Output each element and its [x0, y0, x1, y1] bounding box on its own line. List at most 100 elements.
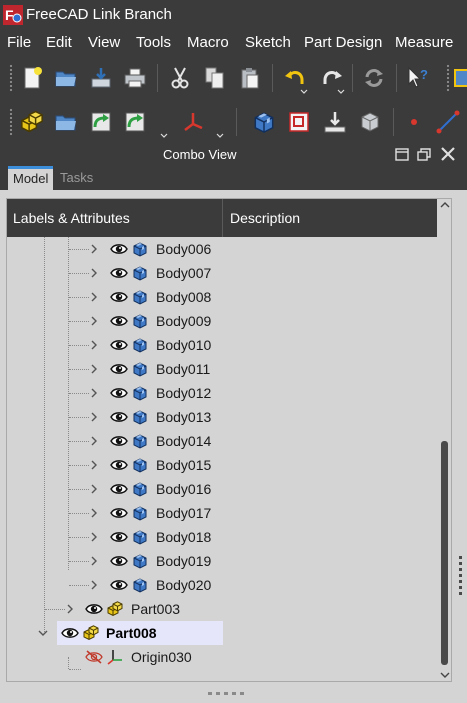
column-header-labels[interactable]: Labels & Attributes — [13, 210, 130, 226]
cut-button[interactable] — [166, 64, 194, 92]
chevron-right-icon[interactable] — [89, 292, 99, 302]
tab-tasks[interactable]: Tasks — [55, 166, 100, 190]
subshape-binder-button[interactable] — [356, 108, 384, 136]
tree-item-origin030[interactable]: Origin030 — [7, 645, 222, 669]
chevron-right-icon[interactable] — [65, 604, 75, 614]
chevron-down-icon[interactable] — [38, 628, 48, 638]
eye-icon[interactable] — [110, 530, 128, 544]
redo-dropdown-arrow-icon[interactable] — [337, 88, 345, 96]
create-line-button[interactable] — [434, 108, 462, 136]
eye-icon[interactable] — [110, 338, 128, 352]
tree-item-body[interactable]: Body012 — [7, 381, 222, 405]
menu-measure[interactable]: Measure — [395, 34, 453, 51]
panel-resize-handle[interactable] — [208, 692, 246, 695]
print-button[interactable] — [121, 64, 149, 92]
toolbar-grip[interactable] — [9, 64, 13, 92]
eye-icon[interactable] — [110, 386, 128, 400]
chevron-right-icon[interactable] — [89, 508, 99, 518]
tree-item-body[interactable]: Body015 — [7, 453, 222, 477]
eye-icon[interactable] — [110, 482, 128, 496]
tree-item-body[interactable]: Body007 — [7, 261, 222, 285]
save-button[interactable] — [87, 64, 115, 92]
column-header-description[interactable]: Description — [230, 210, 300, 226]
place-axis-button[interactable] — [179, 108, 207, 136]
tree-item-body[interactable]: Body011 — [7, 357, 222, 381]
tree-item-body[interactable]: Body020 — [7, 573, 222, 597]
link-actions-button[interactable] — [121, 108, 149, 136]
menu-sketch[interactable]: Sketch — [245, 34, 291, 51]
copy-button[interactable] — [201, 64, 229, 92]
chevron-right-icon[interactable] — [89, 460, 99, 470]
tree-item-body[interactable]: Body018 — [7, 525, 222, 549]
tree-item-part003[interactable]: Part003 — [7, 597, 222, 621]
scroll-down-arrow-icon[interactable] — [440, 671, 450, 679]
menu-edit[interactable]: Edit — [46, 34, 72, 51]
create-sketch-button[interactable] — [285, 108, 313, 136]
new-document-button[interactable] — [18, 64, 46, 92]
tree-item-body[interactable]: Body016 — [7, 477, 222, 501]
float-panel-icon[interactable] — [415, 146, 433, 163]
menu-macro[interactable]: Macro — [187, 34, 229, 51]
eye-icon[interactable] — [110, 506, 128, 520]
eye-icon[interactable] — [110, 314, 128, 328]
chevron-right-icon[interactable] — [89, 364, 99, 374]
chevron-right-icon[interactable] — [89, 388, 99, 398]
chevron-right-icon[interactable] — [89, 340, 99, 350]
scroll-up-arrow-icon[interactable] — [440, 201, 450, 209]
tree-item-body[interactable]: Body006 — [7, 237, 222, 261]
refresh-button[interactable] — [360, 64, 388, 92]
eye-icon[interactable] — [110, 578, 128, 592]
validate-sketch-button[interactable] — [321, 108, 349, 136]
axis-dropdown-arrow-icon[interactable] — [216, 132, 224, 140]
dock-panel-icon[interactable] — [393, 146, 411, 163]
tree-item-body[interactable]: Body009 — [7, 309, 222, 333]
chevron-right-icon[interactable] — [89, 412, 99, 422]
menu-view[interactable]: View — [88, 34, 120, 51]
paste-button[interactable] — [236, 64, 264, 92]
tree-item-body[interactable]: Body014 — [7, 429, 222, 453]
splitter-handle[interactable] — [459, 556, 462, 596]
toolbar-grip[interactable] — [446, 64, 450, 92]
make-link-button[interactable] — [87, 108, 115, 136]
eye-icon[interactable] — [110, 362, 128, 376]
tree-vertical-scrollbar[interactable] — [438, 199, 451, 681]
menu-part-design[interactable]: Part Design — [304, 34, 382, 51]
eye-icon[interactable] — [110, 410, 128, 424]
eye-icon[interactable] — [85, 602, 103, 616]
chevron-right-icon[interactable] — [89, 316, 99, 326]
open-button[interactable] — [52, 64, 80, 92]
eye-icon[interactable] — [110, 290, 128, 304]
chevron-right-icon[interactable] — [89, 532, 99, 542]
chevron-right-icon[interactable] — [89, 556, 99, 566]
create-body-button[interactable] — [250, 108, 278, 136]
eye-icon[interactable] — [110, 434, 128, 448]
tree-item-part008[interactable]: Part008 — [57, 621, 223, 645]
column-divider[interactable] — [222, 199, 223, 237]
scrollbar-thumb[interactable] — [441, 441, 448, 665]
create-point-button[interactable] — [400, 108, 428, 136]
create-part-button[interactable] — [18, 108, 46, 136]
tree-item-body[interactable]: Body017 — [7, 501, 222, 525]
undo-dropdown-arrow-icon[interactable] — [300, 88, 308, 96]
tree-item-body[interactable]: Body019 — [7, 549, 222, 573]
link-actions-dropdown-arrow-icon[interactable] — [160, 132, 168, 140]
tree-item-body[interactable]: Body013 — [7, 405, 222, 429]
workbench-selector-button[interactable] — [452, 64, 467, 92]
chevron-right-icon[interactable] — [89, 436, 99, 446]
create-group-button[interactable] — [52, 108, 80, 136]
menu-tools[interactable]: Tools — [136, 34, 171, 51]
chevron-right-icon[interactable] — [89, 244, 99, 254]
chevron-right-icon[interactable] — [89, 580, 99, 590]
eye-icon[interactable] — [110, 242, 128, 256]
chevron-right-icon[interactable] — [89, 484, 99, 494]
eye-hidden-icon[interactable] — [85, 650, 103, 664]
tab-model[interactable]: Model — [8, 166, 53, 190]
chevron-right-icon[interactable] — [89, 268, 99, 278]
tree-item-body[interactable]: Body010 — [7, 333, 222, 357]
eye-icon[interactable] — [110, 554, 128, 568]
eye-icon[interactable] — [110, 458, 128, 472]
whats-this-button[interactable]: ? — [404, 64, 432, 92]
close-icon[interactable] — [439, 146, 457, 163]
toolbar-grip[interactable] — [9, 108, 13, 136]
tree-item-body[interactable]: Body008 — [7, 285, 222, 309]
